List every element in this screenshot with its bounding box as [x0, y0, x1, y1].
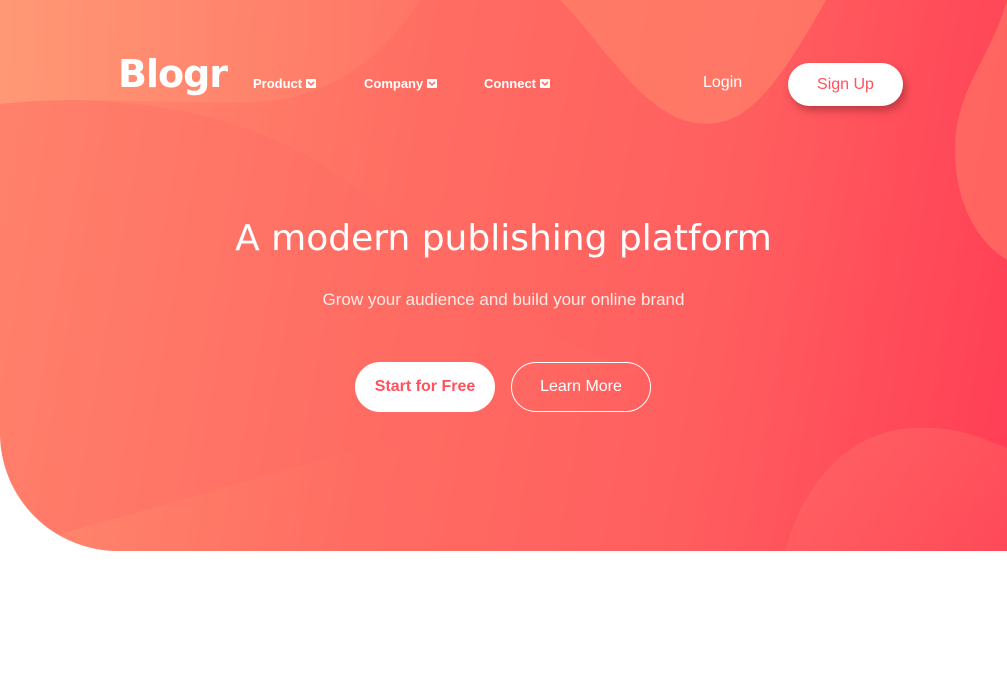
start-for-free-button[interactable]: Start for Free [355, 362, 495, 412]
hero-subtitle: Grow your audience and build your online… [322, 290, 685, 309]
nav-connect[interactable]: Connect [484, 76, 550, 91]
hero-section: Blogr Product Company Connect Login Sign… [0, 0, 1007, 551]
chevron-down-icon [540, 79, 550, 88]
signup-button[interactable]: Sign Up [788, 63, 903, 106]
nav-company[interactable]: Company [364, 76, 438, 91]
logo[interactable]: Blogr [118, 52, 228, 96]
nav-connect-label: Connect [484, 76, 536, 91]
hero-title: A modern publishing platform [235, 218, 772, 259]
login-link[interactable]: Login [703, 74, 742, 92]
chevron-down-icon [306, 79, 317, 88]
learn-more-button[interactable]: Learn More [511, 362, 651, 412]
nav-company-label: Company [364, 76, 424, 91]
nav-product-label: Product [253, 76, 303, 91]
chevron-down-icon [427, 79, 438, 88]
nav-product[interactable]: Product [253, 76, 317, 91]
